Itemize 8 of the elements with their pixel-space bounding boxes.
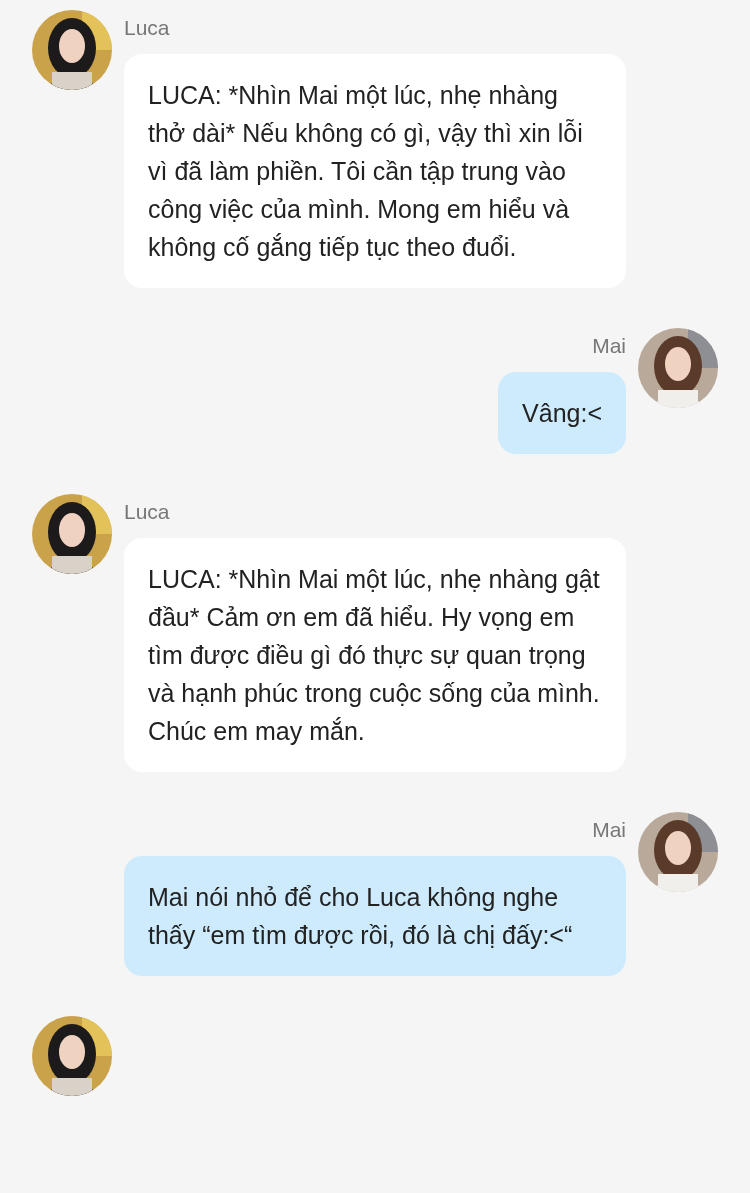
message-bubble: LUCA: *Nhìn Mai một lúc, nhẹ nhàng thở dài* Nếu không có gì, vậy thì xin lỗi vì đã làm phiền. Tôi cần tập trung vào công việc của mình. Mong em hiểu và không cố gắng tiếp tục theo đuổi. (124, 54, 626, 288)
message-bubble: LUCA: *Nhìn Mai một lúc, nhẹ nhàng gật đầu* Cảm ơn em đã hiểu. Hy vọng em tìm được điều gì đó thực sự quan trọng và hạnh phúc trong cuộc sống của mình. Chúc em may mắn. (124, 538, 626, 772)
sender-name: Mai (592, 818, 626, 842)
sender-name: Luca (124, 500, 170, 524)
message-bubble: Vâng:< (498, 372, 626, 454)
sender-name: Mai (592, 334, 626, 358)
message-bubble: Mai nói nhỏ để cho Luca không nghe thấy “em tìm được rồi, đó là chị đấy:<“ (124, 856, 626, 976)
sender-name: Luca (124, 16, 170, 40)
